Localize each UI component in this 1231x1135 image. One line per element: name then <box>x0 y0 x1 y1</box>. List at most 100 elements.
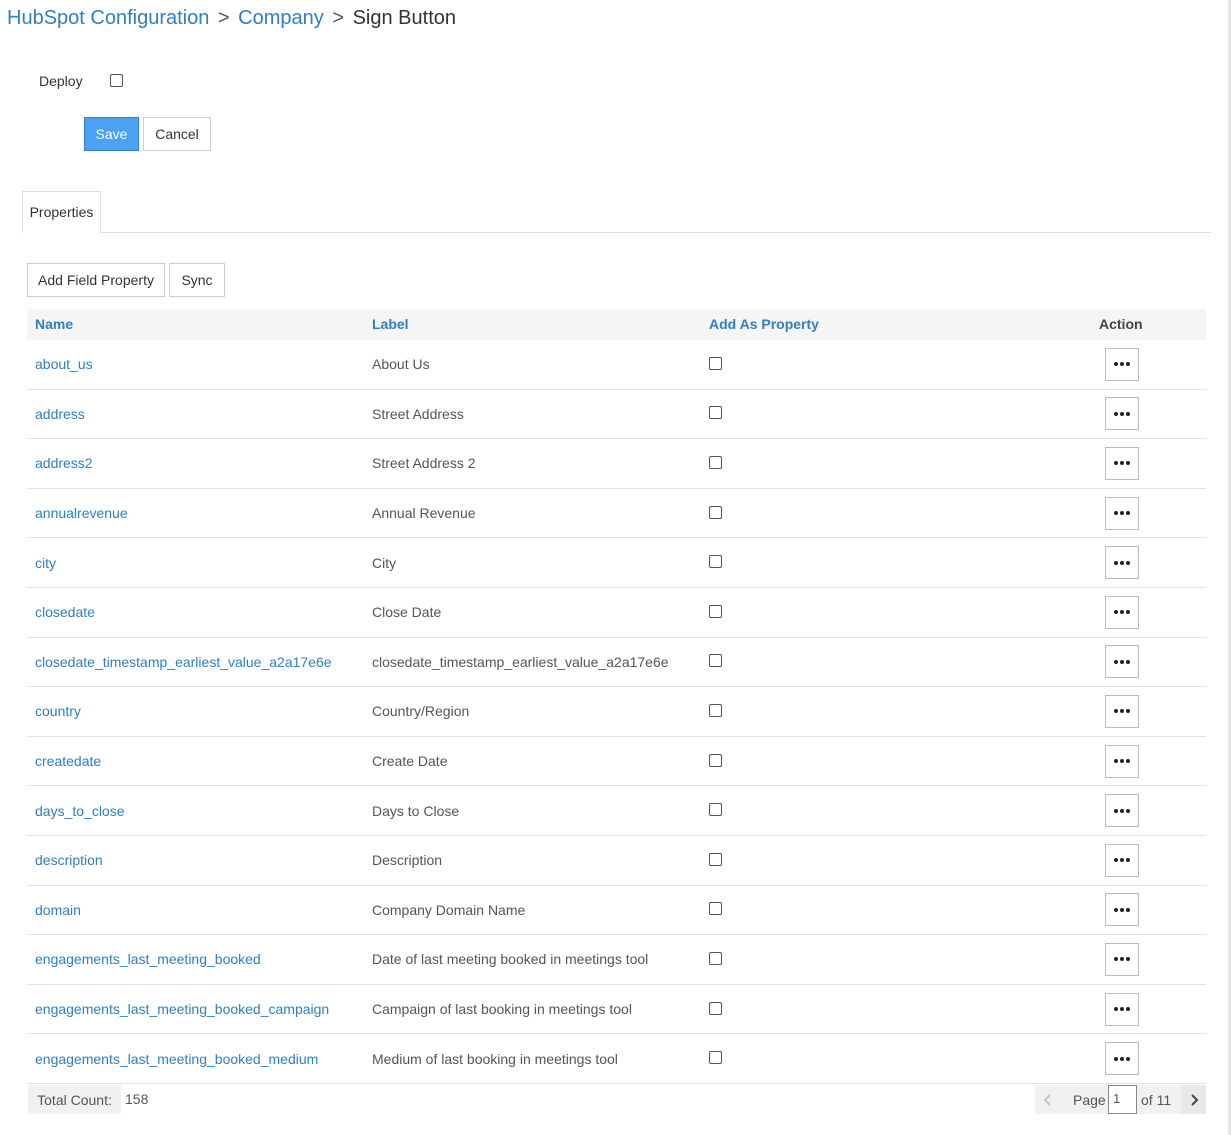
property-name-link[interactable]: address2 <box>35 439 93 488</box>
property-label: Company Domain Name <box>372 901 526 918</box>
ellipsis-icon[interactable] <box>1105 595 1139 629</box>
action-cell <box>1105 1034 1139 1083</box>
add-as-property-checkbox[interactable] <box>709 1051 722 1065</box>
ellipsis-icon[interactable] <box>1105 942 1139 976</box>
property-name-link[interactable]: city <box>35 538 56 587</box>
total-count-label: Total Count: <box>28 1085 121 1114</box>
property-label: Close Date <box>372 604 442 621</box>
ellipsis-icon[interactable] <box>1105 992 1139 1026</box>
property-label: Create Date <box>372 753 448 770</box>
table-row: address2 Street Address 2 <box>27 439 1206 489</box>
table-row: days_to_close Days to Close <box>27 786 1206 836</box>
add-as-property-cell <box>709 687 722 736</box>
property-name-link[interactable]: createdate <box>35 737 101 786</box>
add-as-property-checkbox[interactable] <box>709 654 722 668</box>
ellipsis-icon[interactable] <box>1105 397 1139 431</box>
chevron-right-icon[interactable] <box>1181 1085 1206 1114</box>
add-as-property-checkbox[interactable] <box>709 951 722 965</box>
property-name-link[interactable]: engagements_last_meeting_booked_campaign <box>35 985 329 1034</box>
table-row: about_us About Us <box>27 340 1206 390</box>
breadcrumb-hubspot-configuration[interactable]: HubSpot Configuration <box>7 7 209 29</box>
page-number-input[interactable]: 1 <box>1108 1085 1137 1114</box>
column-header-add-as-property[interactable]: Add As Property <box>709 309 819 340</box>
property-label: City <box>372 554 397 571</box>
property-name-link[interactable]: engagements_last_meeting_booked_medium <box>35 1034 318 1083</box>
chevron-left-icon[interactable] <box>1043 1085 1053 1114</box>
property-name-link[interactable]: closedate_timestamp_earliest_value_a2a17… <box>35 638 332 687</box>
table-row: createdate Create Date <box>27 737 1206 787</box>
add-as-property-cell <box>709 985 722 1034</box>
property-label: About Us <box>372 356 430 373</box>
add-as-property-cell <box>709 737 722 786</box>
ellipsis-icon[interactable] <box>1105 843 1139 877</box>
table-row: annualrevenue Annual Revenue <box>27 489 1206 539</box>
ellipsis-icon[interactable] <box>1105 347 1139 381</box>
breadcrumb-separator: > <box>217 7 230 29</box>
add-as-property-checkbox[interactable] <box>709 356 722 370</box>
table-row: address Street Address <box>27 390 1206 440</box>
add-field-property-button[interactable]: Add Field Property <box>27 263 165 297</box>
ellipsis-icon[interactable] <box>1105 1042 1139 1076</box>
property-label: Street Address 2 <box>372 455 476 472</box>
property-name-link[interactable]: country <box>35 687 81 736</box>
property-label: Campaign of last booking in meetings too… <box>372 1001 632 1018</box>
property-name-link[interactable]: description <box>35 836 103 885</box>
ellipsis-icon[interactable] <box>1105 645 1139 679</box>
add-as-property-checkbox[interactable] <box>709 455 722 469</box>
add-as-property-cell <box>709 538 722 587</box>
action-cell <box>1105 935 1139 984</box>
sync-button[interactable]: Sync <box>169 263 225 297</box>
cancel-button[interactable]: Cancel <box>143 117 211 151</box>
ellipsis-icon[interactable] <box>1105 694 1139 728</box>
add-as-property-cell <box>709 836 722 885</box>
add-as-property-checkbox[interactable] <box>709 852 722 866</box>
action-cell <box>1105 588 1139 637</box>
property-name-link[interactable]: about_us <box>35 340 93 389</box>
table-row: closedate Close Date <box>27 588 1206 638</box>
table-header: Name Label Add As Property Action <box>27 309 1206 340</box>
table-body: about_us About Us address Street Address add… <box>27 340 1206 1084</box>
tab-bar-divider <box>22 232 1211 233</box>
property-label: Annual Revenue <box>372 505 476 522</box>
property-name-link[interactable]: closedate <box>35 588 95 637</box>
ellipsis-icon[interactable] <box>1105 496 1139 530</box>
property-label: closedate_timestamp_earliest_value_a2a17… <box>372 653 669 670</box>
add-as-property-checkbox[interactable] <box>709 505 722 519</box>
property-label: Street Address <box>372 405 464 422</box>
action-cell <box>1105 836 1139 885</box>
ellipsis-icon[interactable] <box>1105 794 1139 828</box>
column-header-label[interactable]: Label <box>372 309 409 340</box>
add-as-property-cell <box>709 886 722 935</box>
deploy-checkbox[interactable] <box>110 74 123 87</box>
column-header-name[interactable]: Name <box>35 309 73 340</box>
property-label: Medium of last booking in meetings tool <box>372 1050 618 1067</box>
add-as-property-checkbox[interactable] <box>709 604 722 618</box>
property-name-link[interactable]: annualrevenue <box>35 489 128 538</box>
add-as-property-checkbox[interactable] <box>709 555 722 569</box>
table-row: engagements_last_meeting_booked_medium Me… <box>27 1034 1206 1084</box>
add-as-property-checkbox[interactable] <box>709 753 722 767</box>
add-as-property-cell <box>709 638 722 687</box>
breadcrumb-company[interactable]: Company <box>238 7 324 29</box>
ellipsis-icon[interactable] <box>1105 744 1139 778</box>
add-as-property-checkbox[interactable] <box>709 1001 722 1015</box>
ellipsis-icon[interactable] <box>1105 546 1139 580</box>
save-button[interactable]: Save <box>84 117 139 151</box>
tab-properties[interactable]: Properties <box>22 191 101 233</box>
ellipsis-icon[interactable] <box>1105 446 1139 480</box>
pagination: Page 1 of 11 <box>1035 1085 1206 1114</box>
action-cell <box>1105 390 1139 439</box>
ellipsis-icon[interactable] <box>1105 893 1139 927</box>
property-name-link[interactable]: domain <box>35 886 81 935</box>
add-as-property-checkbox[interactable] <box>709 902 722 916</box>
table-row: description Description <box>27 836 1206 886</box>
action-cell <box>1105 786 1139 835</box>
property-name-link[interactable]: address <box>35 390 85 439</box>
property-name-link[interactable]: engagements_last_meeting_booked <box>35 935 261 984</box>
add-as-property-checkbox[interactable] <box>709 803 722 817</box>
add-as-property-checkbox[interactable] <box>709 406 722 420</box>
add-as-property-checkbox[interactable] <box>709 703 722 717</box>
table-row: engagements_last_meeting_booked_campaign… <box>27 985 1206 1035</box>
table-row: domain Company Domain Name <box>27 886 1206 936</box>
property-name-link[interactable]: days_to_close <box>35 786 125 835</box>
